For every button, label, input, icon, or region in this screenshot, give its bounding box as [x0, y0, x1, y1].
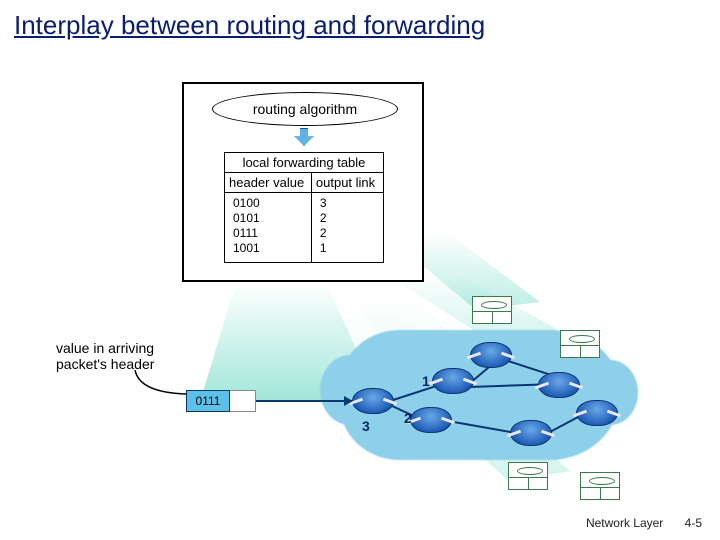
packet-arrow-icon	[256, 400, 352, 402]
packet-header-value: 0111	[186, 390, 230, 412]
router-icon	[432, 368, 474, 394]
routing-algorithm-node: routing algorithm	[212, 92, 398, 126]
router-icon	[410, 407, 452, 433]
port-label-1: 1	[422, 373, 430, 389]
router-icon	[538, 372, 580, 398]
mini-table-icon	[508, 462, 548, 490]
footer-page: 4-5	[685, 516, 702, 530]
table-row: 1	[320, 241, 375, 256]
table-row: 0111	[233, 226, 303, 241]
forwarding-table: local forwarding table header value outp…	[224, 152, 384, 263]
table-row: 0100	[233, 196, 303, 211]
forwarding-table-title: local forwarding table	[225, 153, 383, 173]
router-icon	[352, 388, 394, 414]
down-arrow-icon	[294, 128, 314, 146]
slide-title: Interplay between routing and forwarding	[0, 0, 720, 41]
routing-algorithm-label: routing algorithm	[253, 101, 357, 117]
router-icon	[470, 342, 512, 368]
table-row: 0101	[233, 211, 303, 226]
mini-table-icon	[580, 472, 620, 500]
table-row: 1001	[233, 241, 303, 256]
mini-table-icon	[560, 330, 600, 358]
footer-chapter: Network Layer	[586, 516, 663, 530]
col-output-link: output link	[312, 173, 383, 192]
table-row: 2	[320, 226, 375, 241]
table-row: 2	[320, 211, 375, 226]
forwarding-table-body: 0100 0101 0111 1001 3 2 2 1	[225, 193, 383, 262]
col-header-value: header value	[225, 173, 312, 192]
router-icon	[510, 420, 552, 446]
port-label-2: 2	[404, 410, 412, 426]
arriving-packet: 0111	[186, 390, 256, 412]
routing-box: routing algorithm local forwarding table…	[182, 82, 424, 282]
port-label-3: 3	[362, 418, 370, 434]
slide-footer: Network Layer 4-5	[586, 516, 702, 530]
router-icon	[576, 400, 618, 426]
mini-table-icon	[472, 296, 512, 324]
forwarding-table-header: header value output link	[225, 173, 383, 193]
packet-body	[230, 390, 256, 412]
table-row: 3	[320, 196, 375, 211]
